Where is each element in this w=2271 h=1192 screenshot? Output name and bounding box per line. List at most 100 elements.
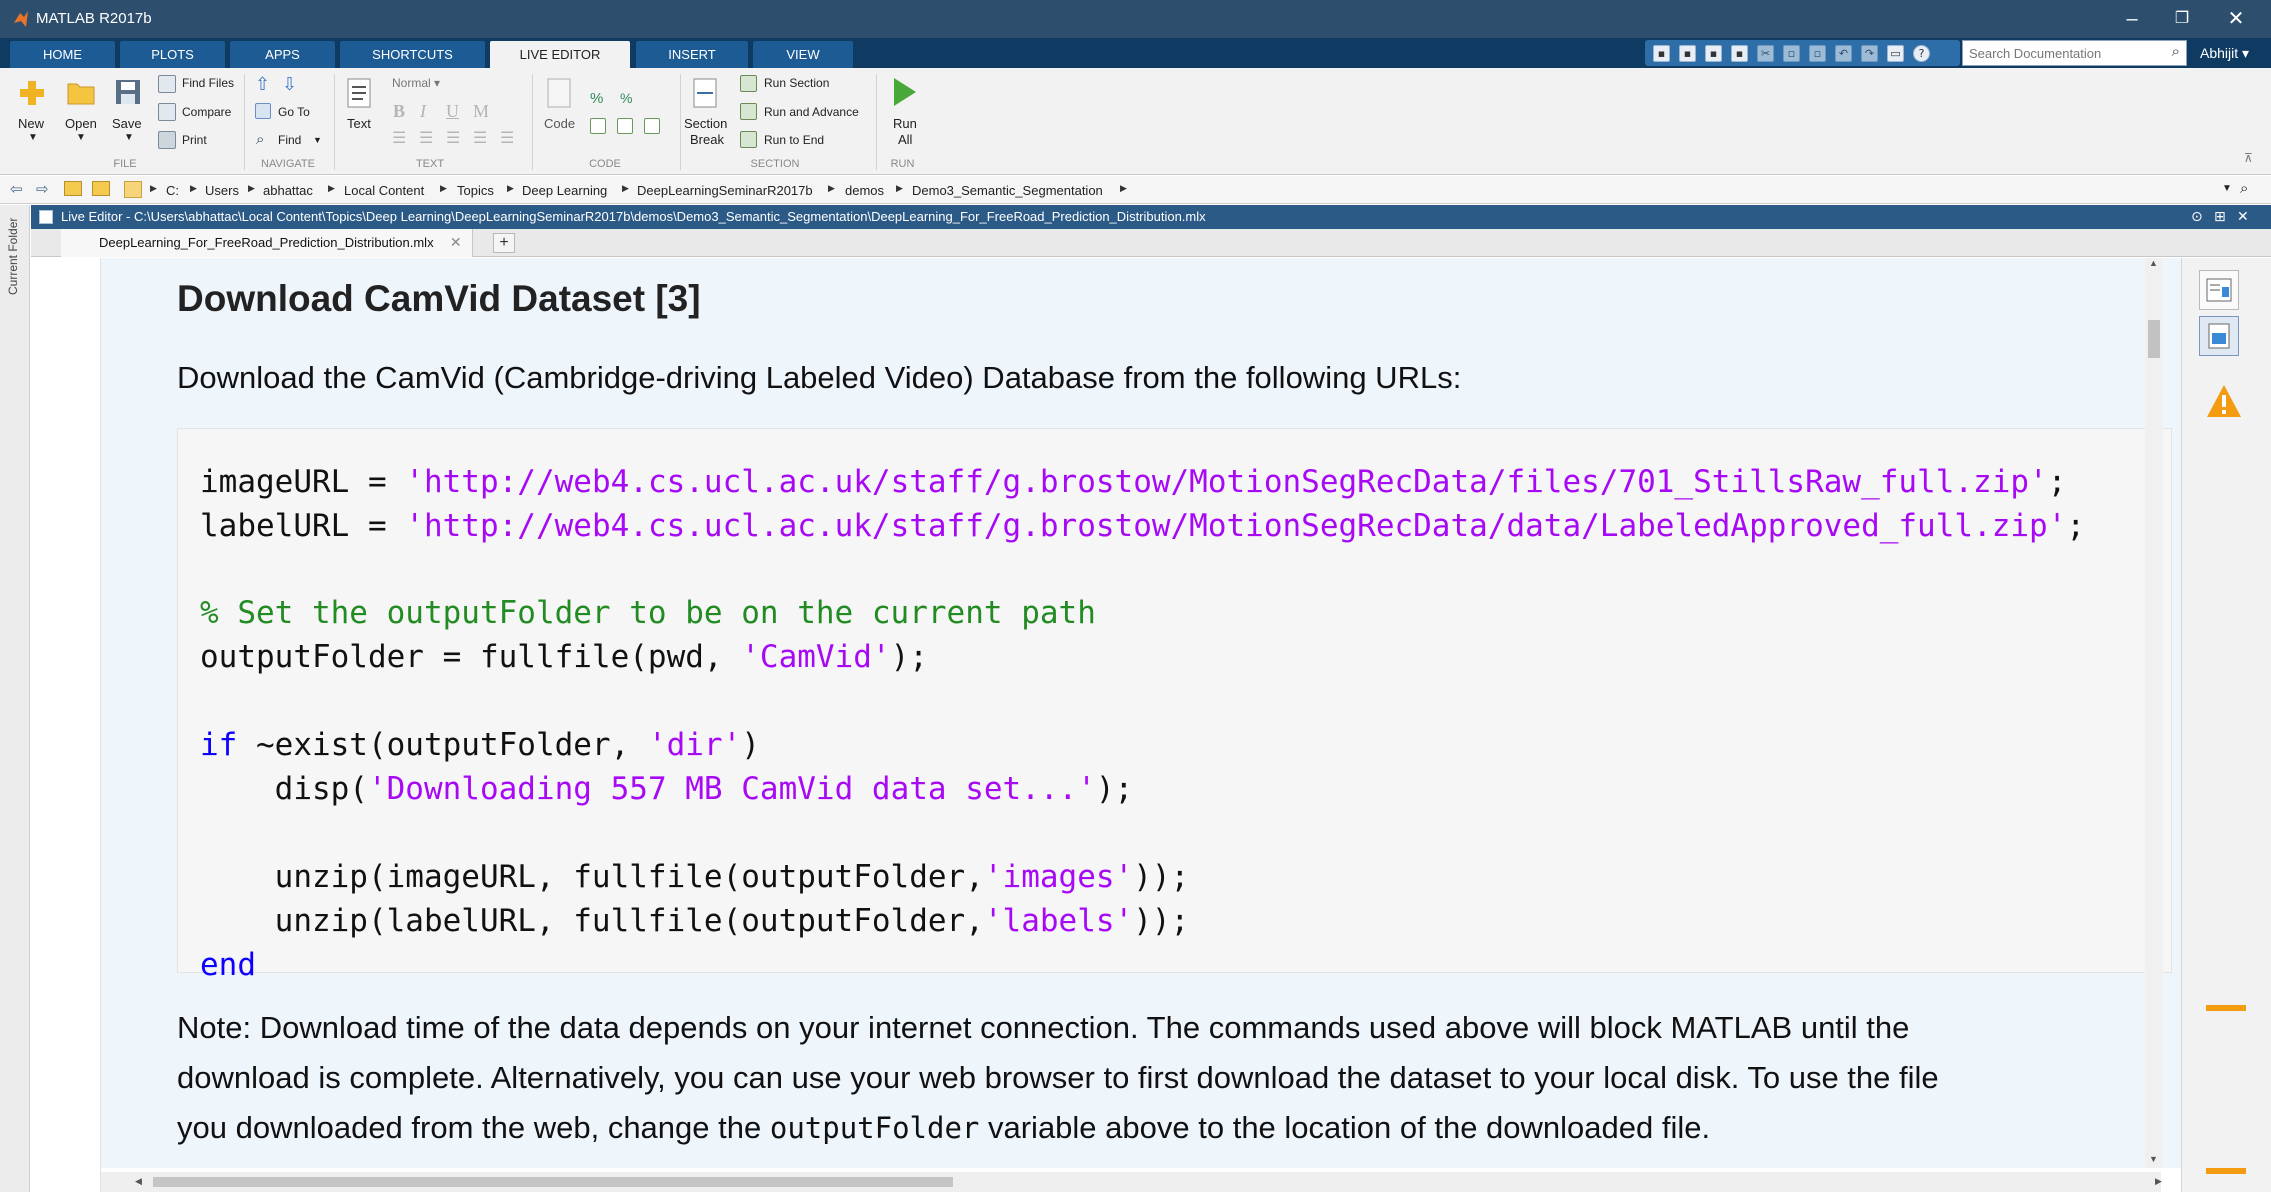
tab-shortcuts[interactable]: SHORTCUTS bbox=[340, 41, 485, 68]
paste-icon[interactable]: ▫ bbox=[1809, 45, 1826, 62]
close-tab-icon[interactable]: ✕ bbox=[450, 234, 462, 251]
file-tab[interactable]: DeepLearning_For_FreeRoad_Prediction_Dis… bbox=[61, 229, 473, 257]
open-button[interactable]: Open bbox=[65, 116, 97, 131]
close-button[interactable]: ✕ bbox=[2216, 4, 2256, 34]
vertical-scrollbar[interactable]: ▲ ▼ bbox=[2145, 258, 2163, 1168]
search-icon[interactable]: ⌕ bbox=[2172, 43, 2180, 60]
go-to-button[interactable]: Go To bbox=[278, 105, 310, 119]
uncomment-icon[interactable]: % bbox=[620, 90, 632, 106]
help-icon[interactable]: ? bbox=[1913, 45, 1930, 62]
run-advance-icon[interactable] bbox=[740, 103, 757, 120]
breadcrumb-item[interactable]: abhattac bbox=[263, 183, 313, 198]
chevron-down-icon[interactable]: ▼ bbox=[76, 132, 86, 143]
code-button[interactable]: Code bbox=[544, 116, 575, 131]
restore-button[interactable]: ❐ bbox=[2162, 4, 2202, 34]
breadcrumb-item[interactable]: Topics bbox=[457, 183, 494, 198]
scroll-right-icon[interactable]: ▶ bbox=[2155, 1176, 2162, 1187]
actions-icon[interactable]: ⊙ bbox=[2191, 208, 2203, 225]
search-icon[interactable]: ⌕ bbox=[2240, 180, 2248, 197]
run-section-icon[interactable] bbox=[740, 75, 757, 92]
redo-icon[interactable]: ↷ bbox=[1861, 45, 1878, 62]
output-inline-icon[interactable] bbox=[2199, 270, 2239, 310]
run-all-label2[interactable]: All bbox=[898, 132, 912, 147]
align-center-icon[interactable]: ☰ bbox=[473, 128, 487, 148]
bold-icon[interactable]: B bbox=[393, 101, 405, 122]
collapse-toolstrip-icon[interactable]: ⊼ bbox=[2244, 151, 2253, 165]
code-keyword-end[interactable]: end bbox=[200, 947, 256, 983]
open-folder-icon[interactable] bbox=[66, 80, 96, 106]
code-line[interactable]: imageURL = 'http://web4.cs.ucl.ac.uk/sta… bbox=[200, 464, 2066, 500]
chevron-down-icon[interactable]: ▼ bbox=[313, 135, 322, 145]
search-documentation-input[interactable]: Search Documentation ⌕ bbox=[1962, 40, 2187, 66]
search-icon[interactable]: ⌕ bbox=[256, 131, 264, 148]
note-line[interactable]: you downloaded from the web, change the … bbox=[177, 1110, 1710, 1146]
bullet-list-icon[interactable]: ☰ bbox=[392, 128, 406, 148]
find-button[interactable]: Find bbox=[278, 133, 301, 147]
align-right-icon[interactable]: ☰ bbox=[500, 128, 514, 148]
print-button[interactable]: Print bbox=[182, 133, 207, 147]
breadcrumb-item[interactable]: Local Content bbox=[344, 183, 424, 198]
horizontal-scrollbar[interactable]: ◀ ▶ bbox=[101, 1172, 2162, 1192]
code-icon[interactable] bbox=[547, 78, 571, 108]
save-icon[interactable]: ▪ bbox=[1731, 45, 1748, 62]
arrow-up-icon[interactable]: ⇧ bbox=[255, 74, 270, 95]
save-button[interactable]: Save bbox=[112, 116, 142, 131]
scrollbar-thumb[interactable] bbox=[153, 1177, 953, 1187]
code-block[interactable]: imageURL = 'http://web4.cs.ucl.ac.uk/sta… bbox=[177, 428, 2172, 983]
run-section-button[interactable]: Run Section bbox=[764, 76, 829, 90]
close-editor-icon[interactable]: ✕ bbox=[2237, 208, 2249, 225]
user-menu[interactable]: Abhijit ▾ bbox=[2200, 45, 2249, 62]
run-all-label[interactable]: Run bbox=[893, 116, 917, 131]
chevron-down-icon[interactable]: ▼ bbox=[28, 132, 38, 143]
breadcrumb-item[interactable]: Demo3_Semantic_Segmentation bbox=[912, 183, 1103, 198]
tab-plots[interactable]: PLOTS bbox=[120, 41, 225, 68]
code-line[interactable]: unzip(labelURL, fullfile(outputFolder,'l… bbox=[200, 903, 1190, 939]
editor-content[interactable]: Download CamVid Dataset [3] Download the… bbox=[31, 258, 2181, 1192]
tab-apps[interactable]: APPS bbox=[230, 41, 335, 68]
breadcrumb-item[interactable]: demos bbox=[845, 183, 884, 198]
quick-access-icon[interactable]: ▪ bbox=[1679, 45, 1696, 62]
undo-icon[interactable]: ↶ bbox=[1835, 45, 1852, 62]
percent-icon[interactable]: % bbox=[590, 90, 603, 107]
cut-icon[interactable]: ✂ bbox=[1757, 45, 1774, 62]
warning-marker[interactable] bbox=[2206, 1005, 2246, 1011]
new-icon[interactable] bbox=[17, 78, 47, 108]
save-icon[interactable] bbox=[114, 78, 142, 106]
live-script-document[interactable]: Download CamVid Dataset [3] Download the… bbox=[101, 258, 2181, 1168]
undock-icon[interactable]: ⊞ bbox=[2214, 208, 2226, 225]
run-advance-button[interactable]: Run and Advance bbox=[764, 105, 859, 119]
intro-text[interactable]: Download the CamVid (Cambridge-driving L… bbox=[177, 360, 1461, 396]
scroll-down-icon[interactable]: ▼ bbox=[2149, 1154, 2158, 1164]
code-comment[interactable]: % Set the outputFolder to be on the curr… bbox=[200, 595, 1096, 631]
warning-marker[interactable] bbox=[2206, 1168, 2246, 1174]
note-line[interactable]: Note: Download time of the data depends … bbox=[177, 1010, 1909, 1046]
chevron-down-icon[interactable]: ▼ bbox=[124, 132, 134, 143]
back-icon[interactable]: ⇦ bbox=[10, 180, 23, 198]
go-to-icon[interactable] bbox=[255, 103, 271, 119]
find-files-icon[interactable] bbox=[158, 75, 176, 93]
text-icon[interactable] bbox=[347, 78, 371, 108]
section-break-label[interactable]: Section bbox=[684, 116, 727, 131]
minimize-button[interactable]: – bbox=[2112, 4, 2152, 34]
compare-icon[interactable] bbox=[158, 103, 176, 121]
run-to-end-icon[interactable] bbox=[740, 131, 757, 148]
copy-icon[interactable]: ▫ bbox=[1783, 45, 1800, 62]
breadcrumb-item[interactable]: C: bbox=[166, 183, 179, 198]
current-folder-strip[interactable]: Current Folder bbox=[0, 205, 30, 1192]
section-break-label2[interactable]: Break bbox=[690, 132, 724, 147]
new-button[interactable]: New bbox=[18, 116, 44, 131]
up-folder-icon[interactable] bbox=[64, 181, 82, 196]
indent-icon[interactable] bbox=[617, 118, 633, 134]
run-to-end-button[interactable]: Run to End bbox=[764, 133, 824, 147]
browse-folder-icon[interactable] bbox=[92, 181, 110, 196]
code-line[interactable]: disp('Downloading 557 MB CamVid data set… bbox=[200, 771, 1134, 807]
section-break-icon[interactable] bbox=[693, 78, 717, 108]
chevron-down-icon[interactable]: ▼ bbox=[2222, 183, 2232, 194]
insert-function-icon[interactable] bbox=[590, 118, 606, 134]
breadcrumb-item[interactable]: Users bbox=[205, 183, 239, 198]
compare-button[interactable]: Compare bbox=[182, 105, 231, 119]
quick-access-icon[interactable]: ▪ bbox=[1653, 45, 1670, 62]
code-line[interactable]: outputFolder = fullfile(pwd, 'CamVid'); bbox=[200, 639, 928, 675]
text-button[interactable]: Text bbox=[347, 116, 371, 131]
code-line[interactable]: if ~exist(outputFolder, 'dir') bbox=[200, 727, 760, 763]
